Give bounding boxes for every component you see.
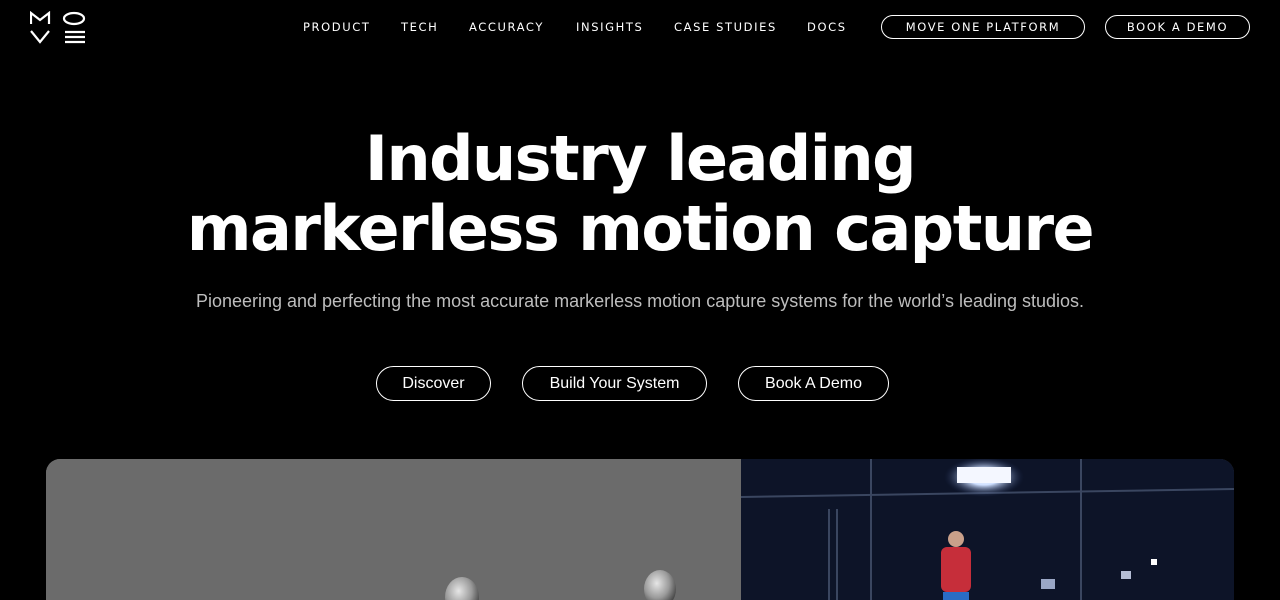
hero-title-line-1: Industry leading bbox=[364, 122, 917, 195]
nav-item-insights[interactable]: INSIGHTS bbox=[576, 20, 674, 34]
move-one-platform-button[interactable]: MOVE ONE PLATFORM bbox=[881, 15, 1085, 39]
book-demo-header-button[interactable]: BOOK A DEMO bbox=[1105, 15, 1250, 39]
main-nav: PRODUCT TECH ACCURACY INSIGHTS CASE STUD… bbox=[303, 20, 857, 34]
avatar-heads-image bbox=[445, 570, 676, 600]
hero-title: Industry leading markerless motion captu… bbox=[0, 124, 1280, 264]
performer-figure bbox=[941, 547, 971, 592]
avatar-head-1 bbox=[445, 577, 479, 600]
nav-item-accuracy[interactable]: ACCURACY bbox=[469, 20, 576, 34]
page: PRODUCT TECH ACCURACY INSIGHTS CASE STUD… bbox=[0, 0, 1280, 600]
avatar-head-2 bbox=[644, 570, 676, 600]
build-your-system-button[interactable]: Build Your System bbox=[522, 366, 707, 401]
capture-studio-image bbox=[740, 459, 1234, 600]
nav-item-docs[interactable]: DOCS bbox=[807, 20, 857, 34]
hero-title-line-2: markerless motion capture bbox=[186, 192, 1095, 265]
hero-subtitle: Pioneering and perfecting the most accur… bbox=[195, 291, 1085, 311]
move-logo[interactable] bbox=[30, 11, 86, 44]
nav-item-tech[interactable]: TECH bbox=[401, 20, 469, 34]
site-header: PRODUCT TECH ACCURACY INSIGHTS CASE STUD… bbox=[0, 0, 1280, 56]
avatar-render-panel bbox=[46, 459, 741, 600]
discover-button[interactable]: Discover bbox=[376, 366, 491, 401]
nav-item-case-studies[interactable]: CASE STUDIES bbox=[674, 20, 807, 34]
book-a-demo-button[interactable]: Book A Demo bbox=[738, 366, 889, 401]
nav-item-product[interactable]: PRODUCT bbox=[303, 20, 401, 34]
capture-studio-panel bbox=[740, 459, 1234, 600]
hero-media bbox=[46, 459, 1234, 600]
